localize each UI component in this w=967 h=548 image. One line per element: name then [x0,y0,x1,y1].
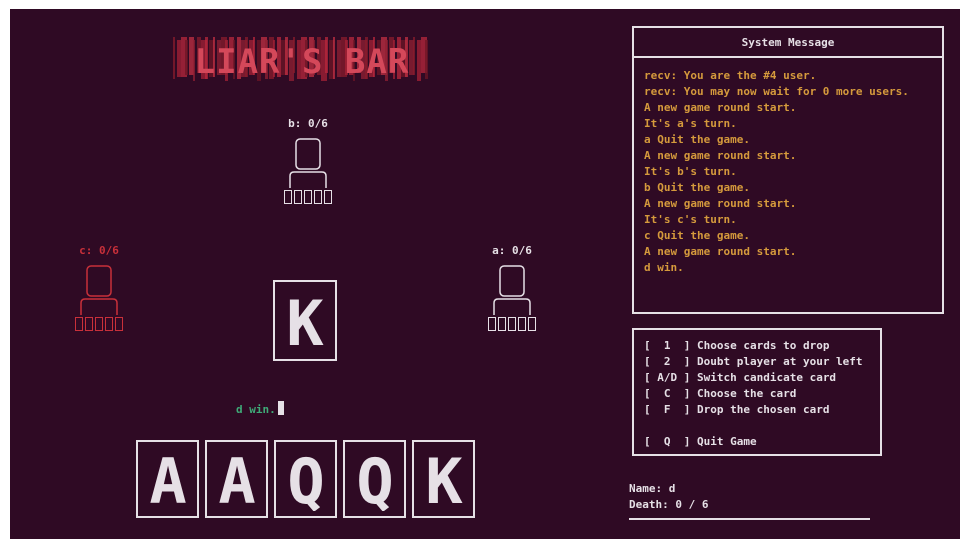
hand-card-2-rank: A [207,442,266,516]
player-top-avatar-icon [289,138,327,188]
status-line: d win. [236,401,284,416]
hand-card-1-rank: A [138,442,197,516]
card-back-icon [284,190,292,204]
card-back-icon [508,317,516,331]
hand-card-1[interactable]: A [136,440,199,518]
logo-stripe [413,37,415,75]
card-back-icon [314,190,322,204]
info-divider [629,518,870,520]
terminal-window: LIAR'S BAR b: 0/6 c: 0/6 a: 0/6 K d win.… [10,9,960,539]
control-quit: [ Q ] Quit Game [644,434,863,450]
card-back-icon [105,317,113,331]
card-back-icon [85,317,93,331]
card-back-icon [95,317,103,331]
table-card: K [273,280,337,361]
card-back-icon [528,317,536,331]
player-right-hand [477,317,547,331]
logo-text: LIAR'S BAR [195,42,410,82]
message-line: A new game round start. [644,197,797,210]
control-action: Switch candicate card [696,371,837,384]
message-line: A new game round start. [644,245,797,258]
control-key: [ 2 ] [644,355,691,368]
card-rank-glyph: Q [287,447,324,511]
logo-stripe [185,40,188,75]
player-left-avatar-icon [80,265,118,315]
message-line: It's b's turn. [644,165,737,178]
message-line: a Quit the game. [644,133,750,146]
status-message: d win. [236,403,276,416]
player-right-avatar-icon [493,265,531,315]
message-line: It's a's turn. [644,117,737,130]
card-rank-glyph: A [218,447,255,511]
controls-spacer [644,418,863,434]
message-line: c Quit the game. [644,229,750,242]
control-action: Drop the chosen card [696,403,830,416]
message-line: A new game round start. [644,149,797,162]
message-line: recv: You are the #4 user. [644,69,817,82]
player-top-hand [273,190,343,204]
logo-stripe [425,40,428,79]
control-key: [ 1 ] [644,339,691,352]
hand-card-3-rank: Q [276,442,335,516]
control-drop-chosen: [ F ] Drop the chosen card [644,402,863,418]
player-info: Name: d Death: 0 / 6 [629,481,708,513]
control-key: [ Q ] [644,435,691,448]
logo-stripe [173,37,175,79]
player-right-label: a: 0/6 [492,244,532,257]
hand-card-2[interactable]: A [205,440,268,518]
control-key: [ A/D ] [644,371,691,384]
control-key: [ C ] [644,387,691,400]
hand-card-4[interactable]: Q [343,440,406,518]
game-logo: LIAR'S BAR [173,35,431,83]
player-name: Name: d [629,482,676,495]
control-action: Quit Game [696,435,757,448]
control-choose: [ C ] Choose the card [644,386,863,402]
card-back-icon [304,190,312,204]
card-back-icon [324,190,332,204]
player-left: c: 0/6 [64,244,134,331]
control-switch: [ A/D ] Switch candicate card [644,370,863,386]
control-doubt: [ 2 ] Doubt player at your left [644,354,863,370]
control-action: Doubt player at your left [696,355,863,368]
card-rank-glyph: Q [356,447,393,511]
card-back-icon [518,317,526,331]
card-rank-glyph: K [286,289,324,353]
system-message-log: recv: You are the #4 user. recv: You may… [644,68,909,276]
player-top-label: b: 0/6 [288,117,328,130]
card-back-icon [488,317,496,331]
message-line: It's c's turn. [644,213,737,226]
system-message-panel: System Message recv: You are the #4 user… [632,26,944,314]
system-message-title: System Message [634,28,942,58]
logo-stripe [417,40,421,81]
controls-list: [ 1 ] Choose cards to drop [ 2 ] Doubt p… [644,338,863,450]
card-rank-glyph: A [149,447,186,511]
card-back-icon [294,190,302,204]
hand-card-4-rank: Q [345,442,404,516]
control-action: Choose the card [696,387,797,400]
message-line: A new game round start. [644,101,797,114]
control-action: Choose cards to drop [696,339,830,352]
hand-card-3[interactable]: Q [274,440,337,518]
message-line: d win. [644,261,684,274]
text-cursor [277,401,284,415]
player-right: a: 0/6 [477,244,547,331]
card-back-icon [115,317,123,331]
logo-stripe [177,40,181,77]
card-back-icon [75,317,83,331]
card-rank-glyph: K [425,447,463,511]
card-back-icon [498,317,506,331]
player-top: b: 0/6 [273,117,343,204]
controls-panel: [ 1 ] Choose cards to drop [ 2 ] Doubt p… [632,328,882,456]
player-left-label: c: 0/6 [79,244,119,257]
message-line: b Quit the game. [644,181,750,194]
table-card-rank: K [275,282,335,359]
control-drop: [ 1 ] Choose cards to drop [644,338,863,354]
hand-card-5-rank: K [414,442,473,516]
message-line: recv: You may now wait for 0 more users. [644,85,909,98]
player-death-count: Death: 0 / 6 [629,498,709,511]
player-left-hand [64,317,134,331]
control-key: [ F ] [644,403,691,416]
hand-card-5[interactable]: K [412,440,475,518]
